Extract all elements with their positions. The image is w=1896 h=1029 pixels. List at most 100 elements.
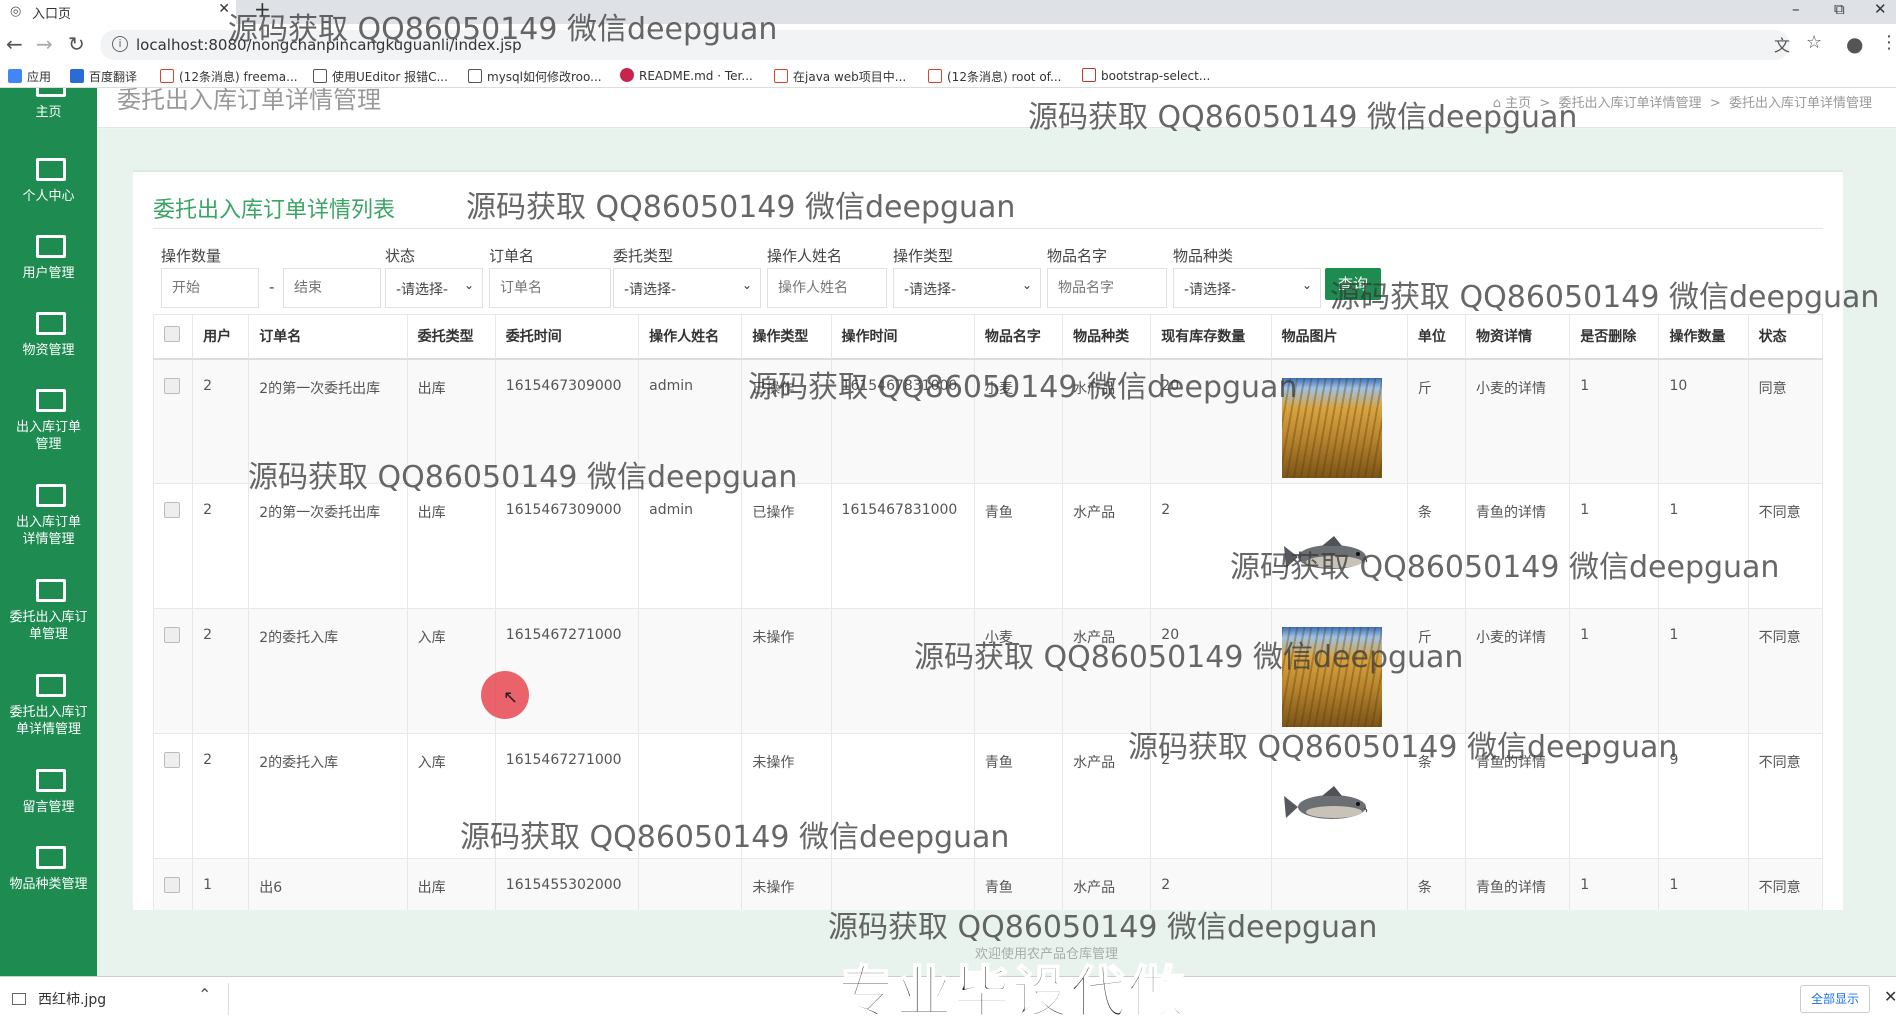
new-tab-button[interactable]: + [254,0,271,21]
translate-icon[interactable]: 文 [1774,32,1790,56]
sidebar-item-io-order-details[interactable]: 出入库订单详情管理 [0,484,97,548]
table-row[interactable]: 2 2的委托入库 入库 1615467271000 未操作 青鱼 水产品 2 条青鱼的详情 1 9 不… [152,733,1824,859]
bookmark-baidu-translate[interactable]: 百度翻译 [70,68,137,85]
cell-op-time [830,858,975,910]
bookmark-readme[interactable]: README.md · Ter... [620,68,753,83]
restore-icon[interactable]: ⧉ [1834,0,1845,18]
url-field[interactable]: i localhost:8080/nongchanpincangkuguanli… [100,30,1790,60]
select-all-checkbox[interactable] [152,314,194,360]
cell-op-type: 未操作 [741,608,832,734]
bookmark-bootstrap-select[interactable]: bootstrap-select... [1082,68,1210,83]
operator-label: 操作人姓名 [767,247,843,265]
operator-input[interactable] [767,268,887,308]
column-header[interactable]: 单位 [1406,314,1467,360]
sidebar-item-messages[interactable]: 留言管理 [0,769,97,816]
item-kind-select[interactable]: -请选择- ⌄ [1173,268,1321,308]
cell-kind: 水产品 [1062,733,1152,859]
breadcrumb-parent[interactable]: 委托出入库订单详情管理 [1559,96,1702,111]
fish-image [1282,752,1382,852]
chevron-up-icon[interactable]: ⌃ [198,985,211,1004]
search-button[interactable]: 查询 [1325,268,1381,300]
cell-operator [638,733,743,859]
bookmark-csdn-2[interactable]: (12条消息) root of... [928,68,1061,85]
profile-icon[interactable]: ● [1846,32,1863,56]
status-label: 状态 [385,247,416,265]
sidebar-item-users[interactable]: 用户管理 [0,235,97,282]
cell-status: 不同意 [1747,858,1824,910]
column-header[interactable]: 物品名字 [973,314,1064,360]
sidebar-item-profile[interactable]: 个人中心 [0,158,97,205]
column-header[interactable]: 物品种类 [1062,314,1152,360]
cell-op-type: 未操作 [741,733,832,859]
sidebar-item-entrust-orders[interactable]: 委托出入库订单管理 [0,579,97,643]
bookmark-java-web[interactable]: 在java web项目中... [774,68,906,85]
cell-detail: 青鱼的详情 [1464,858,1571,910]
fish-image [1282,502,1382,602]
close-tab-icon[interactable]: ✕ [218,1,230,17]
column-header[interactable]: 操作数量 [1658,314,1749,360]
cell-item: 小麦 [973,608,1064,734]
table-row[interactable]: 2 2的第一次委托出库 出库 1615467309000 admin 已操作 1615467… [152,358,1824,484]
column-header[interactable]: 用户 [192,314,250,360]
item-name-input[interactable] [1047,268,1167,308]
row-checkbox[interactable] [152,733,194,859]
column-header[interactable]: 现有库存数量 [1150,314,1272,360]
op-qty-end-input[interactable] [283,268,381,308]
column-header[interactable]: 委托类型 [406,314,496,360]
browser-tab[interactable]: ◎ 入口页 ✕ [0,0,236,24]
row-checkbox[interactable] [152,858,194,910]
bookmark-csdn-1[interactable]: (12条消息) freema... [160,68,298,85]
sidebar: 主页 个人中心 用户管理 物资管理 出入库订单管理 出入库订单详情管理 委托出入… [0,88,97,976]
bookmark-apps[interactable]: 应用 [8,68,51,85]
row-checkbox[interactable] [152,358,194,484]
sidebar-item-entrust-order-details[interactable]: 委托出入库订单详情管理 [0,674,97,738]
bookmark-ueditor[interactable]: 使用UEditor 报错C... [313,68,448,85]
column-header[interactable]: 状态 [1747,314,1824,360]
cell-deleted: 1 [1569,608,1660,734]
cell-type: 入库 [406,733,496,859]
row-checkbox[interactable] [152,608,194,734]
close-window-icon[interactable]: ✕ [1874,0,1887,18]
show-all-downloads-button[interactable]: 全部显示 [1800,985,1870,1013]
sidebar-item-io-orders[interactable]: 出入库订单管理 [0,389,97,453]
column-header[interactable]: 是否删除 [1569,314,1660,360]
column-header[interactable]: 操作时间 [830,314,975,360]
status-select[interactable]: -请选择- ⌄ [385,268,483,308]
op-type-select[interactable]: -请选择- ⌄ [893,268,1041,308]
order-name-input[interactable] [489,268,611,308]
star-icon[interactable]: ☆ [1806,32,1822,53]
sidebar-item-item-kinds[interactable]: 物品种类管理 [0,846,97,893]
bookmark-mysql[interactable]: mysql如何修改roo... [468,68,602,85]
entrust-type-select[interactable]: -请选择- ⌄ [613,268,761,308]
column-header[interactable]: 物品图片 [1270,314,1408,360]
forward-icon[interactable]: → [36,32,53,56]
download-item[interactable]: 西红柿.jpg [12,989,106,1009]
wheat-image [1281,627,1382,727]
cell-stock: 2 [1150,733,1272,859]
sidebar-item-home[interactable]: 主页 [0,88,97,121]
column-header[interactable]: 物资详情 [1464,314,1571,360]
cell-user: 2 [192,733,250,859]
table-row[interactable]: 1 出6 出库 1615455302000 未操作 青鱼 水产品 2 条青鱼的详情 1 1 不同意 [152,858,1824,910]
column-header[interactable]: 操作类型 [741,314,832,360]
cell-kind: 水产品 [1062,608,1152,734]
item-image-cell [1270,358,1408,484]
cell-unit: 条 [1406,858,1467,910]
column-header[interactable]: 委托时间 [494,314,640,360]
cell-operator: admin [638,483,743,609]
info-icon[interactable]: i [112,36,128,52]
sidebar-item-materials[interactable]: 物资管理 [0,312,97,359]
row-checkbox[interactable] [152,483,194,609]
reload-icon[interactable]: ↻ [68,32,85,56]
op-qty-start-input[interactable] [161,268,259,308]
cell-order: 出6 [248,858,408,910]
column-header[interactable]: 订单名 [248,314,408,360]
close-download-bar-icon[interactable]: ✕ [1884,987,1896,1006]
breadcrumb-home[interactable]: 主页 [1505,96,1531,111]
column-header[interactable]: 操作人姓名 [638,314,743,360]
back-icon[interactable]: ← [6,32,23,56]
table-row[interactable]: 2 2的委托入库 入库 1615467271000 未操作 小麦 水产品 20 斤小麦的详情 1 1… [152,608,1824,734]
menu-icon[interactable]: ⋮ [1880,32,1896,53]
minimize-icon[interactable]: – [1792,0,1800,18]
table-row[interactable]: 2 2的第一次委托出库 出库 1615467309000 admin 已操作 1615467… [152,483,1824,609]
